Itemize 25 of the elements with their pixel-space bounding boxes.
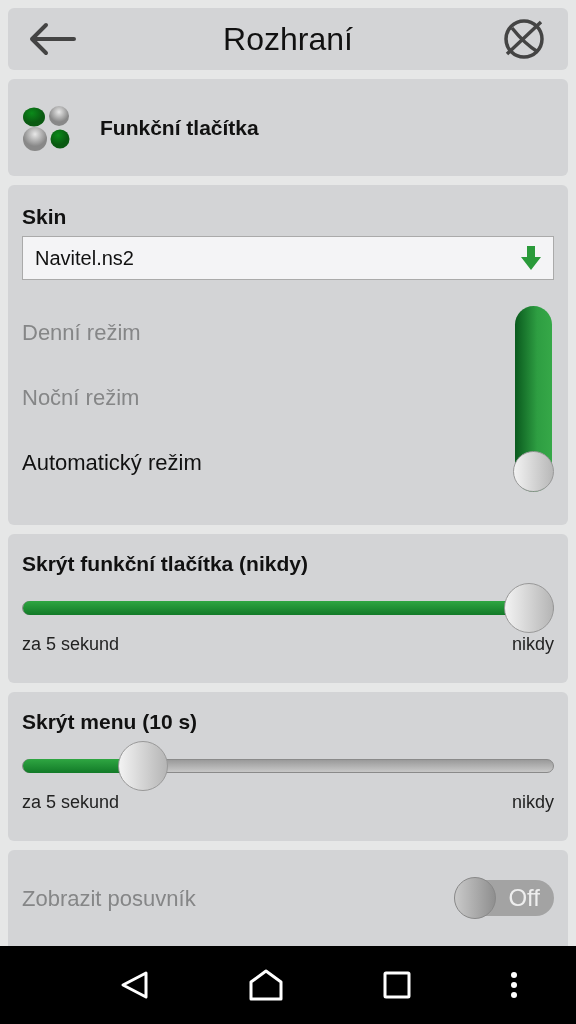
slider-title: Skrýt menu (10 s) (22, 709, 199, 734)
slider-thumb[interactable] (513, 451, 554, 492)
screen-title: Rozhraní (223, 20, 353, 58)
slider-thumb[interactable] (118, 741, 169, 791)
back-icon[interactable] (119, 970, 150, 1000)
mode-slider[interactable] (515, 306, 552, 492)
skin-heading: Skin (22, 204, 68, 229)
more-icon[interactable] (510, 971, 519, 999)
slider[interactable] (22, 741, 554, 791)
down-arrow-icon (521, 246, 541, 270)
max-label: nikdy (511, 792, 554, 813)
min-label: za 5 sekund (22, 634, 120, 655)
max-label: nikdy (511, 634, 554, 655)
function-buttons-row[interactable]: Funkční tlačítka (8, 79, 568, 176)
setting-label: Zobrazit posuvník (22, 886, 196, 912)
recents-icon[interactable] (382, 971, 411, 999)
function-buttons-label: Funkční tlačítka (100, 115, 259, 140)
slider-thumb[interactable] (504, 583, 554, 633)
mode-option[interactable]: Automatický režim (22, 450, 202, 476)
slider[interactable] (22, 583, 554, 633)
dots-icon (22, 104, 72, 151)
home-icon[interactable] (249, 969, 284, 1001)
min-label: za 5 sekund (22, 792, 120, 813)
slider-title: Skrýt funkční tlačítka (nikdy) (22, 551, 309, 576)
skin-dropdown[interactable]: Navitel.ns2 (22, 236, 554, 280)
